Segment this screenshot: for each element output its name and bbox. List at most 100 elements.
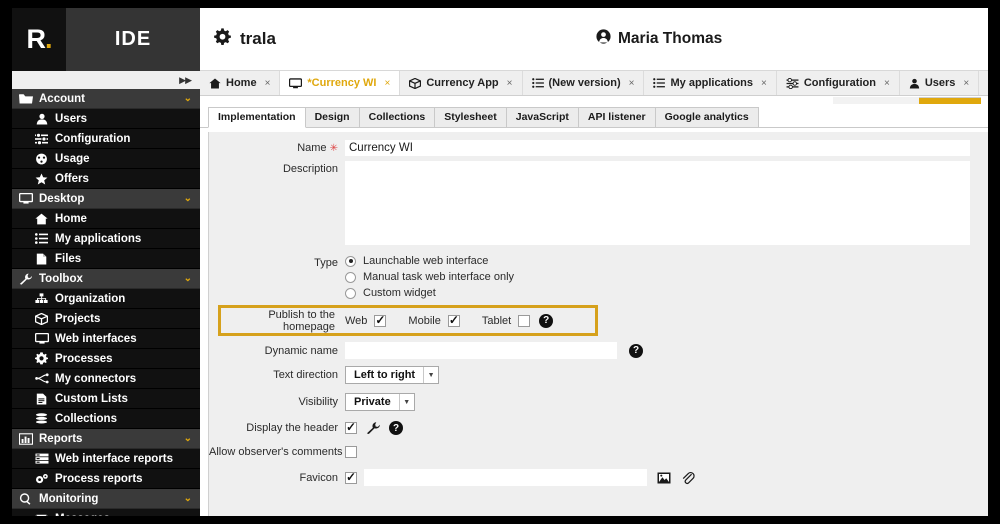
chevron-down-icon[interactable]: ⌄ [184, 193, 192, 204]
tab-my-applications[interactable]: My applications × [644, 71, 777, 95]
publish-option-mobile[interactable]: Mobile [408, 312, 460, 328]
close-icon[interactable]: × [384, 78, 390, 89]
dynamic-name-input[interactable] [345, 342, 617, 359]
sidebar-item-label: Custom Lists [55, 392, 128, 405]
subtab-api-listener[interactable]: API listener [577, 107, 656, 127]
sliders-icon [786, 77, 799, 89]
tab-currency-wi[interactable]: *Currency WI × [280, 71, 401, 95]
tab-users[interactable]: Users × [900, 71, 980, 95]
sidebar-item-processes[interactable]: Processes [12, 349, 200, 369]
sidebar-item-process-reports[interactable]: Process reports [12, 469, 200, 489]
chevron-down-icon[interactable]: ⌄ [184, 93, 192, 104]
tab-currency-app[interactable]: Currency App × [400, 71, 523, 95]
sidebar-item-home[interactable]: Home [12, 209, 200, 229]
display-header-help-icon[interactable]: ? [389, 421, 403, 435]
name-label: Name ✳ [297, 142, 338, 154]
tablet-checkbox[interactable] [518, 314, 531, 327]
sidebar-group-desktop[interactable]: Desktop ⌄ [12, 189, 200, 209]
sidebar-item-web-interface-reports[interactable]: Web interface reports [12, 449, 200, 469]
tab-configuration[interactable]: Configuration × [777, 71, 900, 95]
sidebar-group-label: Toolbox [39, 272, 83, 285]
type-option-custom-widget[interactable]: Custom widget [345, 287, 514, 299]
sidebar-item-projects[interactable]: Projects [12, 309, 200, 329]
description-textarea[interactable] [345, 161, 970, 245]
sidebar-item-web-interfaces[interactable]: Web interfaces [12, 329, 200, 349]
radio-icon[interactable] [345, 287, 356, 299]
sidebar-item-configuration[interactable]: Configuration [12, 129, 200, 149]
mobile-checkbox[interactable] [447, 312, 460, 328]
observer-comments-checkbox[interactable] [345, 446, 357, 458]
sidebar-item-offers[interactable]: Offers [12, 169, 200, 189]
publish-option-tablet[interactable]: Tablet [482, 314, 531, 327]
sidebar-group-reports[interactable]: Reports ⌄ [12, 429, 200, 449]
display-header-checkbox[interactable] [345, 419, 357, 435]
type-option-launchable[interactable]: Launchable web interface [345, 255, 514, 267]
publish-help-icon[interactable]: ? [539, 313, 554, 328]
user-icon [909, 78, 920, 89]
favicon-checkbox[interactable] [345, 469, 357, 485]
chevron-down-icon[interactable]: ▼ [423, 367, 438, 383]
form-row-text-direction: Text direction Left to right ▼ [209, 366, 988, 384]
brand-header: R. IDE [12, 8, 200, 71]
sidebar-item-my-applications[interactable]: My applications [12, 229, 200, 249]
sidebar-item-label: Configuration [55, 132, 131, 145]
tab-new-version[interactable]: (New version) × [523, 71, 645, 95]
subtab-design[interactable]: Design [304, 107, 360, 127]
subtab-javascript[interactable]: JavaScript [505, 107, 579, 127]
chevron-down-icon[interactable]: ▼ [398, 394, 414, 410]
subtab-google-analytics[interactable]: Google analytics [654, 107, 759, 127]
sidebar-group-toolbox[interactable]: Toolbox ⌄ [12, 269, 200, 289]
publish-option-web[interactable]: Web [345, 312, 387, 328]
sidebar-item-custom-lists[interactable]: Custom Lists [12, 389, 200, 409]
visibility-select[interactable]: Private ▼ [345, 393, 415, 411]
wrench-icon[interactable] [366, 421, 381, 435]
magnifier-icon [18, 492, 33, 506]
close-icon[interactable]: × [629, 78, 635, 89]
sidebar-item-my-connectors[interactable]: My connectors [12, 369, 200, 389]
tab-home[interactable]: Home × [200, 71, 281, 95]
chevron-down-icon[interactable]: ⌄ [184, 273, 192, 284]
user-icon [34, 112, 49, 126]
sidebar-group-monitoring[interactable]: Monitoring ⌄ [12, 489, 200, 509]
gear-icon [34, 352, 49, 366]
radio-icon[interactable] [345, 271, 356, 283]
sidebar-item-users[interactable]: Users [12, 109, 200, 129]
web-checkbox[interactable] [374, 312, 387, 328]
tab-label: Currency App [426, 77, 499, 89]
sidebar-group-account[interactable]: Account ⌄ [12, 89, 200, 109]
chevron-down-icon[interactable]: ⌄ [184, 493, 192, 504]
type-option-label: Custom widget [363, 287, 436, 299]
scrollbar-thumb[interactable] [919, 97, 981, 104]
name-input[interactable]: Currency WI [345, 140, 970, 156]
subtab-stylesheet[interactable]: Stylesheet [434, 107, 507, 127]
close-icon[interactable]: × [761, 78, 767, 89]
sidebar-item-collections[interactable]: Collections [12, 409, 200, 429]
type-option-manual-task[interactable]: Manual task web interface only [345, 271, 514, 283]
dynamic-name-label: Dynamic name [264, 344, 338, 357]
favicon-input[interactable] [364, 469, 647, 486]
sidebar-item-label: Web interfaces [55, 332, 137, 345]
sidebar-item-usage[interactable]: Usage [12, 149, 200, 169]
close-icon[interactable]: × [507, 78, 513, 89]
collapse-arrows-icon[interactable]: ▶▶ [179, 75, 192, 86]
dynamic-name-help-icon[interactable]: ? [629, 343, 643, 358]
content-scrollbar[interactable] [200, 96, 988, 106]
sidebar-collapse-bar[interactable]: ▶▶ [12, 71, 200, 89]
brand-logo[interactable]: R. [12, 8, 66, 71]
text-direction-select[interactable]: Left to right ▼ [345, 366, 440, 384]
close-icon[interactable]: × [265, 78, 271, 89]
type-radio-group: Launchable web interface Manual task web… [345, 255, 514, 299]
star-icon [34, 172, 49, 186]
subtab-collections[interactable]: Collections [358, 107, 436, 127]
chevron-down-icon[interactable]: ⌄ [184, 433, 192, 444]
subtab-implementation[interactable]: Implementation [208, 107, 306, 128]
close-icon[interactable]: × [884, 78, 890, 89]
image-icon[interactable] [657, 472, 671, 484]
close-icon[interactable]: × [963, 78, 969, 89]
radio-icon[interactable] [345, 255, 356, 267]
current-user[interactable]: Maria Thomas [596, 29, 722, 49]
sidebar-item-files[interactable]: Files [12, 249, 200, 269]
sidebar-item-organization[interactable]: Organization [12, 289, 200, 309]
sidebar-item-messages[interactable]: Messages [12, 509, 200, 516]
paperclip-icon[interactable] [681, 471, 695, 485]
